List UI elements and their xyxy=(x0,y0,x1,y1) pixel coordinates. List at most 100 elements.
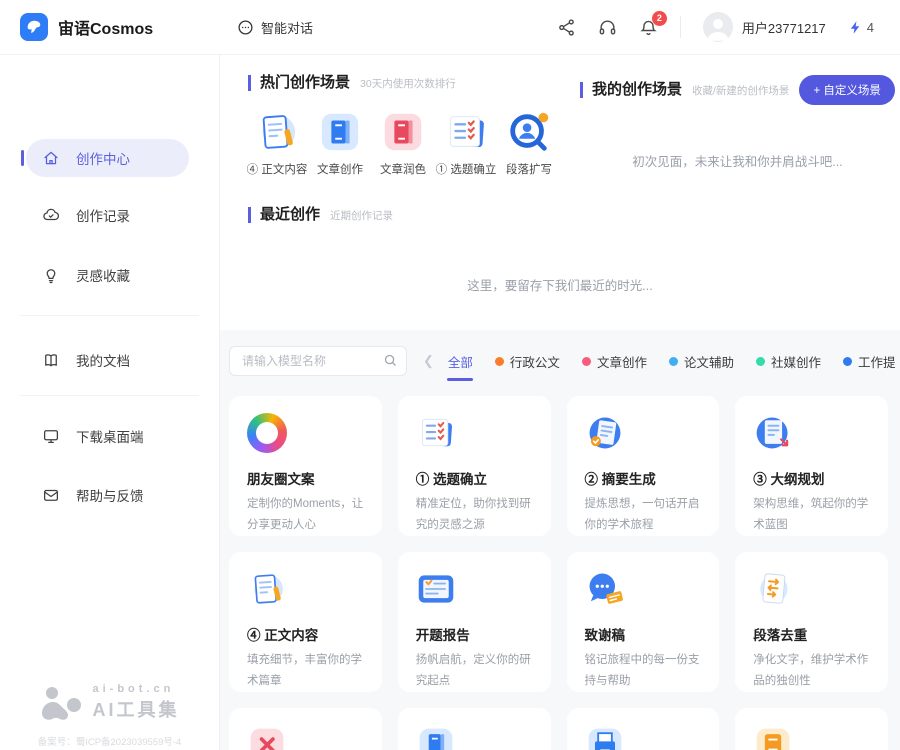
red-x-icon xyxy=(247,725,287,750)
lightning-icon xyxy=(848,20,863,35)
cloud-icon xyxy=(42,206,60,224)
tabs-scroll-left-icon[interactable]: ❮ xyxy=(423,353,434,369)
card-acknowledgement[interactable]: 致谢稿 铭记旅程中的每一份支持与帮助 xyxy=(567,552,720,692)
blue-dot-icon xyxy=(843,357,852,366)
main-content: 热门创作场景 30天内使用次数排行 ④ 正文内容 文章创作 文章润色 xyxy=(220,55,900,750)
custom-scene-button[interactable]: + 自定义场景 xyxy=(799,75,894,105)
home-icon xyxy=(42,149,60,167)
sidebar-item-help-feedback[interactable]: 帮助与反馈 xyxy=(26,476,189,514)
user-menu[interactable]: 用户23771217 xyxy=(703,12,826,42)
sidebar-item-label: 帮助与反馈 xyxy=(76,485,144,505)
credits-counter[interactable]: 4 xyxy=(848,20,874,35)
chat-bubble-icon xyxy=(237,19,254,36)
hot-scene-label: 文章创作 xyxy=(317,161,363,177)
hot-scene-topic-selection[interactable]: ① 选题确立 xyxy=(437,109,495,177)
card-row3-3[interactable] xyxy=(567,708,720,750)
hot-scene-label: 文章润色 xyxy=(380,161,426,177)
card-title: ② 摘要生成 xyxy=(585,468,702,488)
card-proposal-report[interactable]: 开题报告 扬帆启航，定义你的研究起点 xyxy=(398,552,551,692)
card-desc: 净化文字，维护学术作品的独创性 xyxy=(753,650,870,692)
card-abstract-generation[interactable]: ② 摘要生成 提炼思想，一句话开启你的学术旅程 xyxy=(567,396,720,536)
magnifier-person-icon xyxy=(506,109,552,155)
card-body-content[interactable]: ④ 正文内容 填充细节，丰富你的学术篇章 xyxy=(229,552,382,692)
my-scenes-section: 我的创作场景 收藏/新建的创作场景 + 自定义场景 初次见面，未来让我和你并肩战… xyxy=(560,75,895,177)
moments-ring-icon xyxy=(247,413,287,453)
mail-icon xyxy=(42,486,60,504)
green-dot-icon xyxy=(756,357,765,366)
card-desc: 填充细节，丰富你的学术篇章 xyxy=(247,650,364,692)
recent-section: 最近创作 近期创作记录 这里，要留存下我们最近的时光... xyxy=(248,207,872,294)
filter-bar: ❮ 全部 行政公文 文章创作 论文辅助 社媒创作 工作提 ❯ xyxy=(229,346,888,376)
sidebar-divider xyxy=(20,395,199,396)
sidebar-divider xyxy=(20,315,199,316)
card-outline-planning[interactable]: ③ 大纲规划 架构思维，筑起你的学术蓝图 xyxy=(735,396,888,536)
app-logo[interactable]: 宙语Cosmos xyxy=(0,13,215,41)
sidebar-item-my-documents[interactable]: 我的文档 xyxy=(26,341,189,379)
hot-scene-article-writing[interactable]: 文章创作 xyxy=(311,109,369,177)
headphones-icon[interactable] xyxy=(598,18,617,37)
pink-dot-icon xyxy=(582,357,591,366)
card-title: 段落去重 xyxy=(753,624,870,644)
tab-article-writing[interactable]: 文章创作 xyxy=(582,352,647,371)
card-title: 致谢稿 xyxy=(585,624,702,644)
active-indicator xyxy=(21,150,24,166)
card-row3-4[interactable] xyxy=(735,708,888,750)
tab-thesis-assist[interactable]: 论文辅助 xyxy=(669,352,734,371)
card-moments-copy[interactable]: 朋友圈文案 定制你的Moments，让分享更动人心 xyxy=(229,396,382,536)
model-search xyxy=(229,346,407,376)
notification-badge: 2 xyxy=(652,11,667,26)
doc-arrows-icon xyxy=(753,569,793,609)
tab-social-media[interactable]: 社媒创作 xyxy=(756,352,821,371)
scenes-panel: 热门创作场景 30天内使用次数排行 ④ 正文内容 文章创作 文章润色 xyxy=(220,55,900,330)
sidebar-item-creation-center[interactable]: 创作中心 xyxy=(26,139,189,177)
recent-subtitle: 近期创作记录 xyxy=(330,208,393,223)
card-paragraph-dedup[interactable]: 段落去重 净化文字，维护学术作品的独创性 xyxy=(735,552,888,692)
model-card-grid: 朋友圈文案 定制你的Moments，让分享更动人心 ① 选题确立 精准定位，助你… xyxy=(229,396,888,750)
my-scenes-subtitle: 收藏/新建的创作场景 xyxy=(692,83,789,98)
orange-book-icon xyxy=(753,725,793,750)
hot-scene-body-content[interactable]: ④ 正文内容 xyxy=(248,109,306,177)
doc-check-badge-icon xyxy=(585,413,625,453)
hot-scene-paragraph-expand[interactable]: 段落扩写 xyxy=(500,109,558,177)
watermark-name: AI工具集 xyxy=(93,696,180,722)
app-title: 宙语Cosmos xyxy=(58,15,153,39)
card-row3-2[interactable] xyxy=(398,708,551,750)
sidebar-item-inspiration[interactable]: 灵感收藏 xyxy=(26,256,189,294)
card-title: 朋友圈文案 xyxy=(247,468,364,488)
card-desc: 铭记旅程中的每一份支持与帮助 xyxy=(585,650,702,692)
tab-work-efficiency[interactable]: 工作提 xyxy=(843,352,896,371)
card-topic-selection[interactable]: ① 选题确立 精准定位，助你找到研究的灵感之源 xyxy=(398,396,551,536)
bulb-icon xyxy=(42,266,60,284)
header-divider xyxy=(680,16,681,38)
watermark: ai-bot.cn AI工具集 备案号：蜀ICP备2023039559号-4 为… xyxy=(0,683,219,750)
tab-all[interactable]: 全部 xyxy=(448,352,473,371)
clipboard-pencil-icon xyxy=(247,569,287,609)
nav-smart-chat[interactable]: 智能对话 xyxy=(237,18,313,37)
search-input[interactable] xyxy=(229,346,407,376)
red-book-icon xyxy=(380,109,426,155)
recent-title: 最近创作 xyxy=(248,207,320,223)
watermark-site: ai-bot.cn xyxy=(93,683,180,695)
username: 用户23771217 xyxy=(742,18,826,37)
card-desc: 扬帆启航，定义你的研究起点 xyxy=(416,650,533,692)
blue-book-icon xyxy=(317,109,363,155)
chat-card-icon xyxy=(585,569,625,609)
sidebar-item-creation-records[interactable]: 创作记录 xyxy=(26,196,189,234)
hot-scene-article-polish[interactable]: 文章润色 xyxy=(374,109,432,177)
aibot-paw-icon xyxy=(40,685,84,721)
icp-line: 备案号：蜀ICP备2023039559号-4 xyxy=(38,735,182,750)
sidebar: 创作中心 创作记录 灵感收藏 我的文档 下载桌面端 帮助与反馈 ai-bot.c… xyxy=(0,55,220,750)
credits-count: 4 xyxy=(867,20,874,35)
card-title: ③ 大纲规划 xyxy=(753,468,870,488)
blue-printer-icon xyxy=(585,725,625,750)
share-icon[interactable] xyxy=(557,18,576,37)
tab-official-docs[interactable]: 行政公文 xyxy=(495,352,560,371)
hot-scene-label: 段落扩写 xyxy=(506,161,552,177)
clipboard-pencil-icon xyxy=(254,109,300,155)
sidebar-item-download-desktop[interactable]: 下载桌面端 xyxy=(26,417,189,455)
hot-scenes-title: 热门创作场景 xyxy=(248,75,350,91)
sidebar-item-label: 下载桌面端 xyxy=(76,426,144,446)
card-row3-1[interactable] xyxy=(229,708,382,750)
bell-icon[interactable]: 2 xyxy=(639,18,658,37)
my-scenes-empty-text: 初次见面，未来让我和你并肩战斗吧... xyxy=(580,151,895,170)
